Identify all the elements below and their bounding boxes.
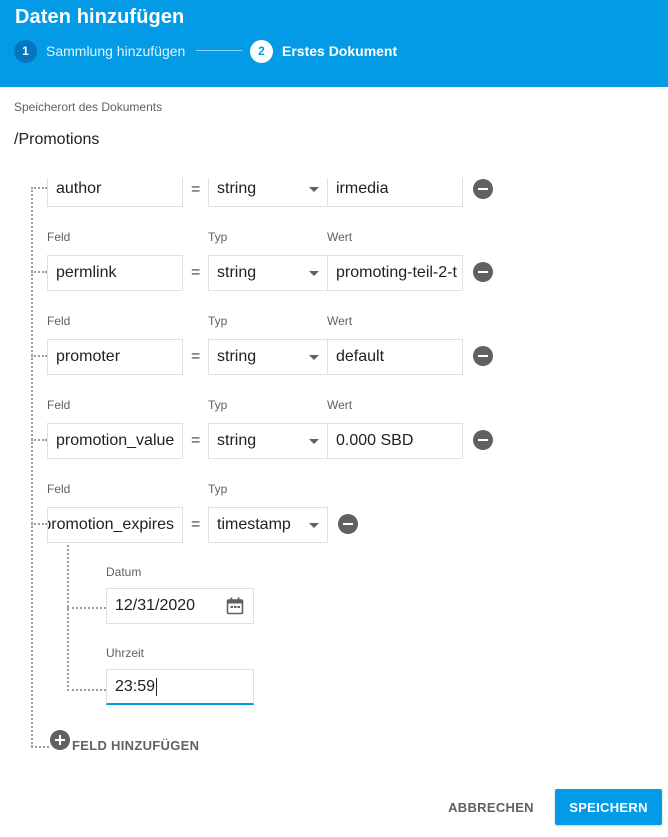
field-value-input[interactable]: irmedia <box>327 178 463 207</box>
type-label: Typ <box>208 398 228 412</box>
value-label: Wert <box>327 230 353 244</box>
step-label: Erstes Dokument <box>282 43 398 59</box>
field-name-input[interactable]: promotion_value <box>47 423 183 459</box>
add-field-icon[interactable] <box>50 730 70 750</box>
equals-sign: = <box>191 264 201 281</box>
equals-sign: = <box>191 432 201 449</box>
value-label: Wert <box>327 314 353 328</box>
dialog-title: Daten hinzufügen <box>15 6 185 28</box>
document-location-path: /Promotions <box>14 131 100 148</box>
equals-sign: = <box>191 348 201 365</box>
remove-field-icon[interactable] <box>473 430 493 450</box>
add-field-button[interactable]: FELD HINZUFÜGEN <box>72 738 199 753</box>
tree-branch <box>67 607 106 609</box>
field-label: Feld <box>47 314 71 328</box>
field-value-input[interactable]: default <box>327 339 463 375</box>
step-collection: 1 Sammlung hinzufügen <box>14 39 185 63</box>
field-type-select[interactable]: string <box>208 255 328 291</box>
tree-branch <box>67 689 106 691</box>
field-name-input[interactable]: promoter <box>47 339 183 375</box>
calendar-icon[interactable] <box>226 597 244 615</box>
value-label: Wert <box>327 398 353 412</box>
equals-sign: = <box>191 516 201 533</box>
tree-branch <box>31 355 47 357</box>
remove-field-icon[interactable] <box>473 346 493 366</box>
step-label: Sammlung hinzufügen <box>46 43 186 59</box>
remove-field-icon[interactable] <box>473 262 493 282</box>
chevron-down-icon <box>309 439 319 444</box>
cancel-button[interactable]: ABBRECHEN <box>443 789 539 825</box>
step-number: 2 <box>250 39 273 63</box>
field-type-select[interactable]: timestamp <box>208 507 328 543</box>
dialog-header: Daten hinzufügen 1 Sammlung hinzufügen 2… <box>0 0 668 87</box>
field-label: Feld <box>47 482 71 496</box>
field-type-select[interactable]: string <box>208 178 328 207</box>
field-type-select[interactable]: string <box>208 339 328 375</box>
tree-branch <box>31 746 49 748</box>
document-location-label: Speicherort des Dokuments <box>14 100 163 114</box>
equals-sign: = <box>191 181 201 198</box>
tree-branch <box>31 523 47 525</box>
remove-field-icon[interactable] <box>338 514 358 534</box>
chevron-down-icon <box>309 271 319 276</box>
tree-line <box>67 545 69 691</box>
field-label: Feld <box>47 230 71 244</box>
remove-field-icon[interactable] <box>473 179 493 199</box>
tree-branch <box>31 439 47 441</box>
text-cursor <box>156 677 158 696</box>
type-label: Typ <box>208 230 228 244</box>
time-input[interactable]: 23:59 <box>106 669 254 705</box>
chevron-down-icon <box>309 187 319 192</box>
field-name-input[interactable]: author <box>47 178 183 207</box>
field-label: Feld <box>47 398 71 412</box>
date-label: Datum <box>106 565 142 579</box>
field-type-select[interactable]: string <box>208 423 328 459</box>
field-name-input[interactable]: promotion_expires <box>47 507 183 543</box>
field-name-input[interactable]: permlink <box>47 255 183 291</box>
field-value-input[interactable]: promoting-teil-2-t <box>327 255 463 291</box>
step-number: 1 <box>14 39 37 63</box>
fields-scroll-area[interactable]: author = string irmedia Feld Typ Wert pe… <box>0 178 668 778</box>
chevron-down-icon <box>309 523 319 528</box>
type-label: Typ <box>208 482 228 496</box>
tree-branch <box>31 187 47 189</box>
step-connector <box>196 50 242 51</box>
date-input[interactable]: 12/31/2020 <box>106 588 254 624</box>
field-value-input[interactable]: 0.000 SBD <box>327 423 463 459</box>
tree-branch <box>31 271 47 273</box>
chevron-down-icon <box>309 355 319 360</box>
time-label: Uhrzeit <box>106 646 145 660</box>
step-document: 2 Erstes Dokument <box>250 39 397 63</box>
type-label: Typ <box>208 314 228 328</box>
save-button[interactable]: SPEICHERN <box>555 789 662 825</box>
